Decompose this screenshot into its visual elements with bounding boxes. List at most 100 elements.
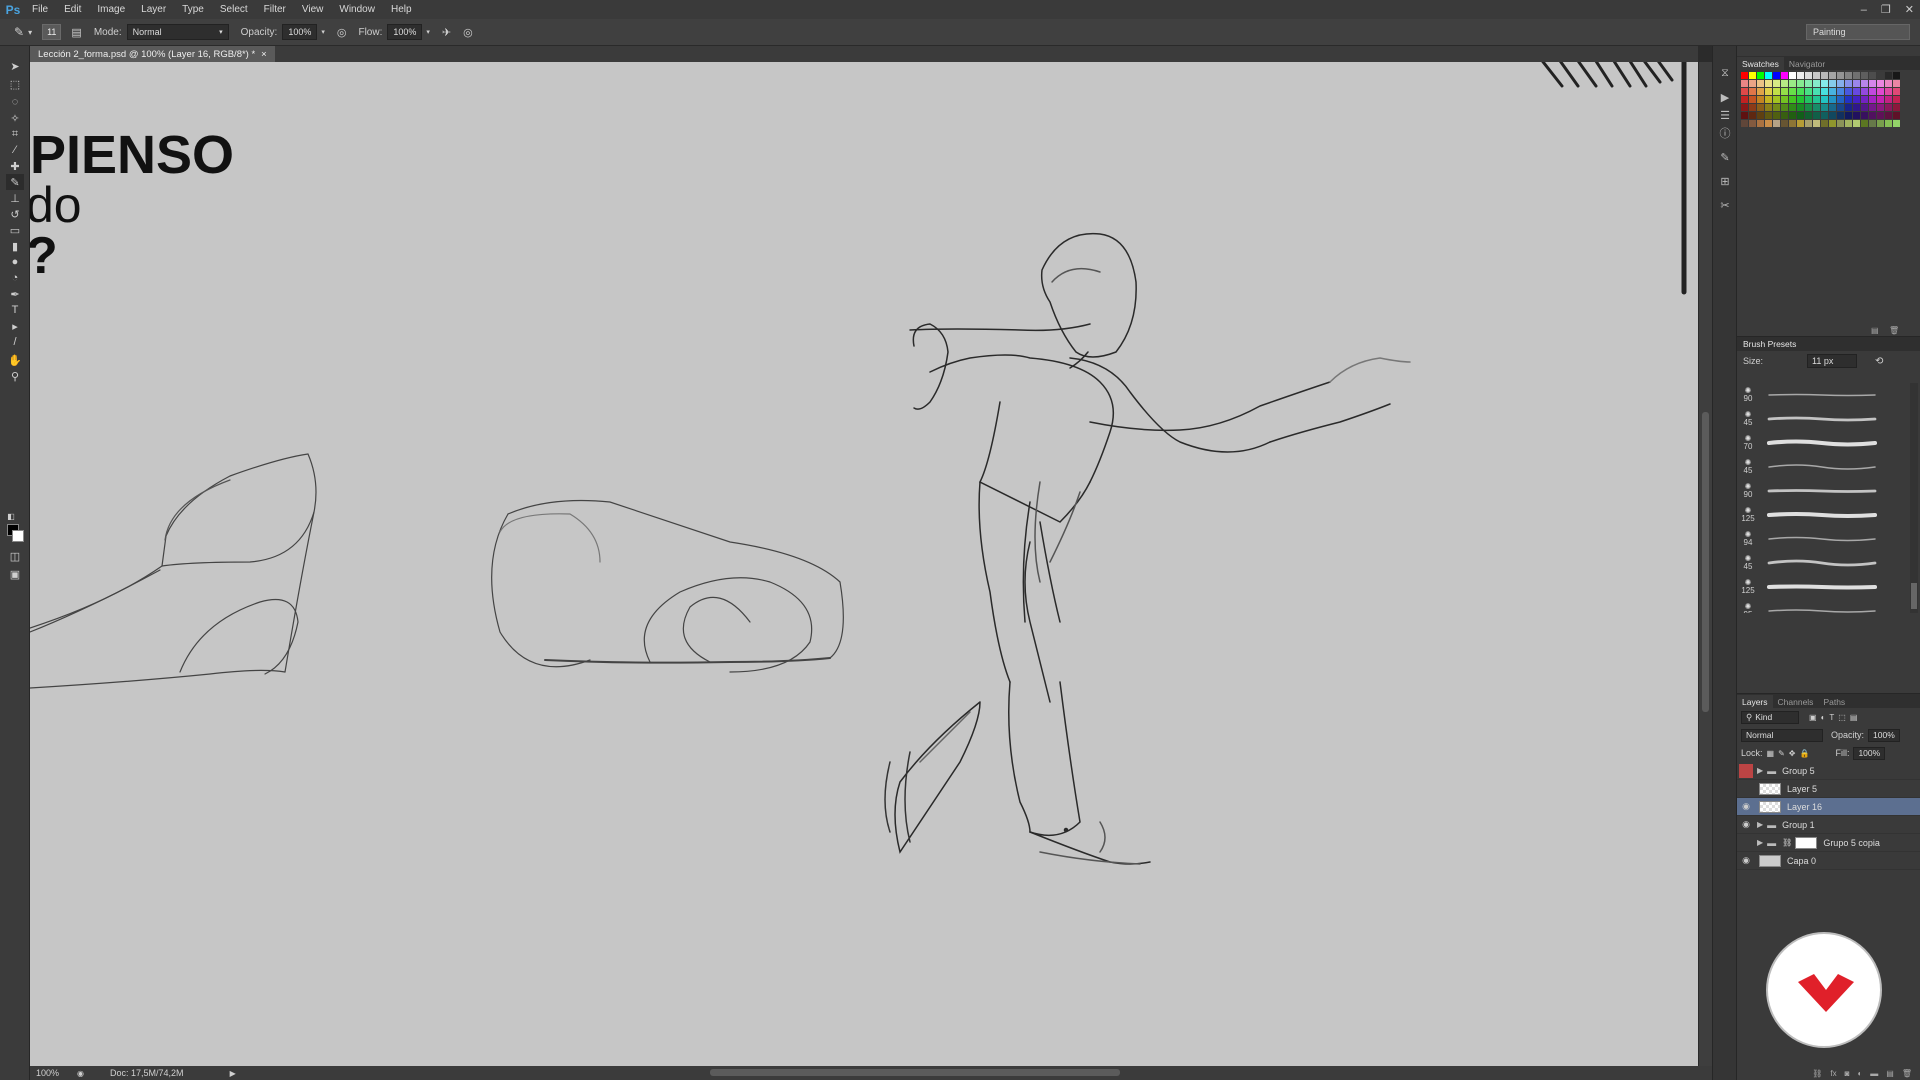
dodge-tool-icon[interactable]: ◔ xyxy=(6,270,24,286)
type-tool-icon[interactable]: T xyxy=(6,302,24,318)
swatch-cell[interactable] xyxy=(1805,112,1812,119)
tab-swatches[interactable]: Swatches xyxy=(1737,57,1784,70)
layer-row-capa-0[interactable]: ◉ Capa 0 xyxy=(1737,852,1920,870)
swatch-cell[interactable] xyxy=(1781,112,1788,119)
swatch-cell[interactable] xyxy=(1821,104,1828,111)
close-window-icon[interactable]: ✕ xyxy=(1905,3,1914,16)
kind-filter-dropdown[interactable]: ⚲ Kind xyxy=(1741,710,1799,724)
swatch-cell[interactable] xyxy=(1781,104,1788,111)
swatch-cell[interactable] xyxy=(1805,72,1812,79)
swatch-cell[interactable] xyxy=(1877,112,1884,119)
swatch-cell[interactable] xyxy=(1893,96,1900,103)
swatch-cell[interactable] xyxy=(1757,112,1764,119)
quick-select-tool-icon[interactable]: ✧ xyxy=(6,110,24,126)
swatch-cell[interactable] xyxy=(1749,120,1756,127)
lock-position-icon[interactable]: ✥ xyxy=(1789,749,1796,758)
swatch-cell[interactable] xyxy=(1741,88,1748,95)
swatch-cell[interactable] xyxy=(1797,112,1804,119)
menu-filter[interactable]: Filter xyxy=(256,4,294,15)
swatch-cell[interactable] xyxy=(1885,72,1892,79)
swatch-cell[interactable] xyxy=(1893,112,1900,119)
properties-icon[interactable]: ☰ xyxy=(1718,108,1732,122)
swatch-grid[interactable] xyxy=(1741,72,1900,127)
swatch-cell[interactable] xyxy=(1765,80,1772,87)
swatch-cell[interactable] xyxy=(1845,104,1852,111)
swatch-cell[interactable] xyxy=(1781,88,1788,95)
swatch-cell[interactable] xyxy=(1829,88,1836,95)
hand-tool-icon[interactable]: ✋ xyxy=(6,352,24,368)
swatch-cell[interactable] xyxy=(1877,96,1884,103)
swatch-cell[interactable] xyxy=(1797,88,1804,95)
swatch-cell[interactable] xyxy=(1757,72,1764,79)
swatch-cell[interactable] xyxy=(1853,80,1860,87)
swatch-cell[interactable] xyxy=(1765,72,1772,79)
swatch-cell[interactable] xyxy=(1845,96,1852,103)
swatch-cell[interactable] xyxy=(1837,96,1844,103)
swatch-cell[interactable] xyxy=(1797,80,1804,87)
history-icon[interactable]: ⧖ xyxy=(1718,66,1732,80)
filter-adjust-icon[interactable]: ◐ xyxy=(1821,713,1826,722)
swatch-cell[interactable] xyxy=(1885,112,1892,119)
lock-all-icon[interactable]: 🔒 xyxy=(1799,749,1809,758)
mode-dropdown[interactable]: Normal ▾ xyxy=(126,24,229,40)
quick-mask-icon[interactable]: ◫ xyxy=(6,548,24,564)
vertical-scrollbar[interactable] xyxy=(1698,62,1712,1066)
swatch-cell[interactable] xyxy=(1805,120,1812,127)
swatch-cell[interactable] xyxy=(1845,120,1852,127)
swatch-cell[interactable] xyxy=(1837,80,1844,87)
swatch-cell[interactable] xyxy=(1741,120,1748,127)
swatch-cell[interactable] xyxy=(1749,88,1756,95)
swatch-cell[interactable] xyxy=(1853,112,1860,119)
close-tab-icon[interactable]: × xyxy=(261,49,267,60)
swatch-cell[interactable] xyxy=(1805,88,1812,95)
eyedropper-tool-icon[interactable]: ⁄ xyxy=(6,142,24,158)
menu-image[interactable]: Image xyxy=(89,4,133,15)
swatch-cell[interactable] xyxy=(1749,96,1756,103)
swatch-cell[interactable] xyxy=(1765,96,1772,103)
expand-caret-icon[interactable]: ▶ xyxy=(1757,820,1763,829)
swatch-cell[interactable] xyxy=(1789,88,1796,95)
default-colors-icon[interactable]: ◧ xyxy=(2,508,20,524)
swatch-cell[interactable] xyxy=(1829,72,1836,79)
swatch-cell[interactable] xyxy=(1741,112,1748,119)
swatch-cell[interactable] xyxy=(1821,120,1828,127)
opacity-input[interactable]: 100% xyxy=(282,24,318,40)
horizontal-scroll-thumb[interactable] xyxy=(710,1069,1120,1076)
status-menu-icon[interactable]: ▶ xyxy=(230,1069,236,1078)
marquee-tool-icon[interactable]: ⬚ xyxy=(6,76,24,92)
swatch-cell[interactable] xyxy=(1869,88,1876,95)
line-tool-icon[interactable]: / xyxy=(6,334,24,350)
swatch-cell[interactable] xyxy=(1813,104,1820,111)
airbrush-icon[interactable]: ✈ xyxy=(442,26,451,39)
swatch-cell[interactable] xyxy=(1773,112,1780,119)
swatch-cell[interactable] xyxy=(1765,88,1772,95)
swatch-cell[interactable] xyxy=(1861,104,1868,111)
swatch-cell[interactable] xyxy=(1773,80,1780,87)
screen-mode-icon[interactable]: ▣ xyxy=(6,566,24,582)
swatch-cell[interactable] xyxy=(1789,80,1796,87)
move-tool-icon[interactable]: ➤ xyxy=(6,58,24,74)
clone-source-icon[interactable]: ⊞ xyxy=(1718,174,1732,188)
swatch-cell[interactable] xyxy=(1757,96,1764,103)
blend-mode-dropdown[interactable]: Normal xyxy=(1741,728,1823,742)
tab-layers[interactable]: Layers xyxy=(1737,695,1773,708)
brush-preset-list[interactable]: ✺90✺45✺70✺45✺90✺125✺94✺45✺125✺95✺46✺11 xyxy=(1739,383,1907,613)
brush-panel-icon[interactable]: ✎ xyxy=(1718,150,1732,164)
tab-channels[interactable]: Channels xyxy=(1773,695,1819,708)
actions-icon[interactable]: ▶ xyxy=(1718,90,1732,104)
swatch-cell[interactable] xyxy=(1829,96,1836,103)
swatch-cell[interactable] xyxy=(1861,80,1868,87)
swatch-cell[interactable] xyxy=(1877,120,1884,127)
swatch-cell[interactable] xyxy=(1893,88,1900,95)
visibility-icon[interactable]: ◉ xyxy=(1737,801,1755,812)
document-tab[interactable]: Lección 2_forma.psd @ 100% (Layer 16, RG… xyxy=(30,46,275,62)
swatch-cell[interactable] xyxy=(1837,112,1844,119)
swatch-cell[interactable] xyxy=(1869,96,1876,103)
layer-style-icon[interactable]: fx xyxy=(1830,1069,1836,1078)
swatch-cell[interactable] xyxy=(1829,120,1836,127)
visibility-icon[interactable]: ◉ xyxy=(1737,855,1755,866)
swatch-cell[interactable] xyxy=(1869,112,1876,119)
brush-tool-icon[interactable]: ✎ xyxy=(14,25,24,39)
filter-shape-icon[interactable]: ⬚ xyxy=(1838,713,1846,722)
swatch-cell[interactable] xyxy=(1797,120,1804,127)
